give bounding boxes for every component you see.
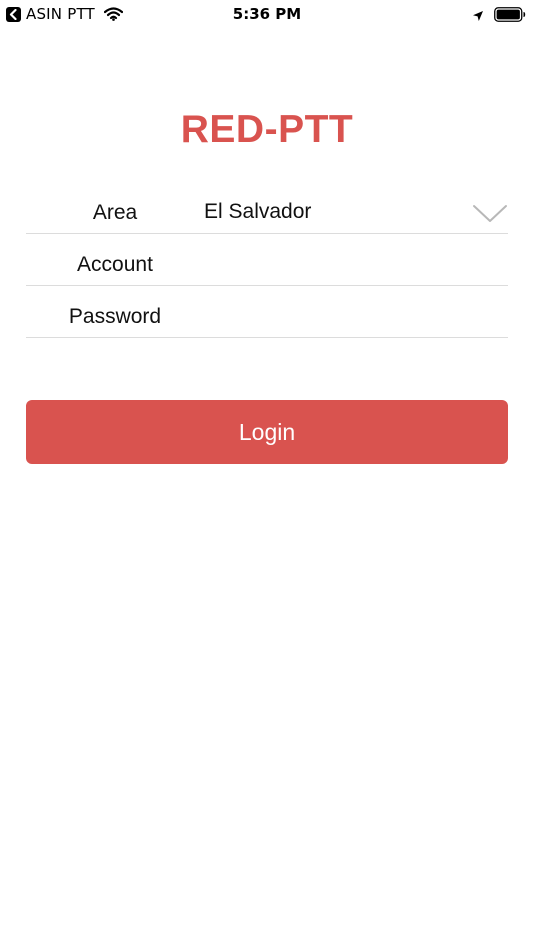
location-arrow-icon (472, 8, 484, 21)
chevron-down-icon[interactable] (472, 203, 508, 225)
login-button[interactable]: Login (26, 400, 508, 464)
account-label: Account (77, 253, 153, 276)
area-value[interactable]: El Salvador (204, 200, 311, 224)
account-input[interactable] (204, 245, 494, 277)
app-title: RED-PTT (180, 108, 354, 151)
password-label: Password (68, 305, 162, 328)
status-bar: ASIN PTT 5:36 PM (0, 0, 534, 28)
password-input[interactable] (204, 297, 494, 329)
account-row: Account (26, 233, 508, 286)
password-row: Password (26, 285, 508, 338)
status-time: 5:36 PM (232, 5, 302, 23)
area-selector[interactable]: Area El Salvador (26, 181, 508, 234)
battery-icon (494, 6, 526, 22)
area-label: Area (92, 201, 138, 224)
status-right (472, 5, 526, 23)
